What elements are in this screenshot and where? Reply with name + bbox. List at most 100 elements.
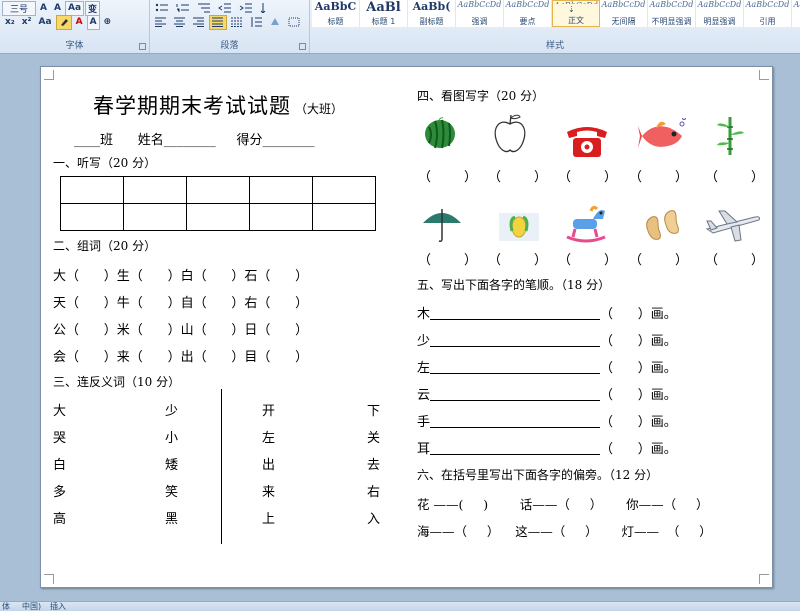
antonym-char[interactable]: 少 xyxy=(165,400,178,419)
style-tile[interactable]: AaBb( 副标题 xyxy=(408,0,456,27)
answer-blank[interactable]: （ ） xyxy=(705,166,764,185)
antonym-char[interactable]: 右 xyxy=(367,481,380,500)
stroke-row: 云 （ ）画。 xyxy=(417,384,677,403)
exam-title-text: 春学期期末考试试题 xyxy=(93,94,291,118)
antonym-char[interactable]: 下 xyxy=(367,400,380,419)
grid-cell[interactable] xyxy=(312,203,376,231)
antonym-char[interactable]: 开 xyxy=(262,400,275,419)
answer-blank[interactable]: （ ） xyxy=(418,249,477,268)
stroke-char: 手 xyxy=(417,415,431,430)
answer-line[interactable] xyxy=(430,389,601,401)
style-tile[interactable]: AaBbCcDd 无间隔 xyxy=(600,0,648,27)
status-insert-mode[interactable]: 插入 xyxy=(50,602,66,611)
antonym-char[interactable]: 左 xyxy=(262,427,275,446)
enclose-char-button[interactable]: ⊕ xyxy=(101,15,115,30)
line-spacing-icon[interactable] xyxy=(247,15,265,30)
grid-cell[interactable] xyxy=(186,176,250,204)
antonym-char[interactable]: 上 xyxy=(262,508,275,527)
exam-title-class: （大班） xyxy=(295,102,344,116)
superscript-button[interactable]: x² xyxy=(19,15,35,30)
align-center-icon[interactable] xyxy=(171,15,189,30)
answer-blank[interactable]: （ ） xyxy=(488,166,547,185)
style-sample: AaBb( xyxy=(412,0,451,13)
style-name: 明显强调 xyxy=(703,17,736,26)
answer-blank[interactable]: （ ） xyxy=(705,249,764,268)
style-name: 副标题 xyxy=(419,17,444,26)
document-page[interactable]: 春学期期末考试试题 （大班） ____班 姓名________ 得分_______… xyxy=(40,66,773,588)
word-row: 公（ ）米（ ）山（ ）日（ ） xyxy=(53,323,309,338)
answer-line[interactable] xyxy=(430,308,601,320)
shading-icon[interactable] xyxy=(266,15,284,30)
answer-blank[interactable]: （ ） xyxy=(558,249,617,268)
grid-cell[interactable] xyxy=(60,203,124,231)
stroke-char: 少 xyxy=(417,334,431,349)
answer-blank[interactable]: （ ） xyxy=(418,166,477,185)
grid-cell[interactable] xyxy=(249,176,313,204)
font-dialog-launcher-icon[interactable] xyxy=(139,43,146,50)
style-sample: AaBbC xyxy=(314,0,357,13)
style-sample: AaBl xyxy=(366,0,401,15)
antonym-char[interactable]: 出 xyxy=(262,454,275,473)
antonym-char[interactable]: 哭 xyxy=(53,427,66,446)
style-sample: AaBbCcDd xyxy=(793,0,800,9)
antonym-char[interactable]: 多 xyxy=(53,481,66,500)
align-right-icon[interactable] xyxy=(190,15,208,30)
antonym-char[interactable]: 矮 xyxy=(165,454,178,473)
style-tile[interactable]: AaBbCcDd 引用 xyxy=(744,0,792,27)
word-row: 大（ ）生（ ）白（ ）石（ ） xyxy=(53,269,309,284)
answer-line[interactable] xyxy=(430,443,601,455)
style-tile[interactable]: AaBbCcDd 不明显强调 xyxy=(648,0,696,27)
status-language[interactable]: 体 xyxy=(2,602,10,611)
status-region[interactable]: 中国) xyxy=(22,602,41,611)
style-tile[interactable]: AaBbC 标题 xyxy=(312,0,360,27)
grid-cell[interactable] xyxy=(312,176,376,204)
antonym-char[interactable]: 黑 xyxy=(165,508,178,527)
section-4-heading: 四、看图写字（20 分） xyxy=(417,89,545,103)
radical-row: 花 ——( ) 话——（ ） 你——（ ） xyxy=(417,497,709,512)
borders-icon[interactable] xyxy=(285,15,303,30)
style-name: 要点 xyxy=(519,17,536,26)
change-case-button[interactable]: Aa xyxy=(36,15,55,30)
antonym-char[interactable]: 来 xyxy=(262,481,275,500)
answer-line[interactable] xyxy=(430,416,601,428)
answer-blank[interactable]: （ ） xyxy=(629,166,688,185)
antonym-char[interactable]: 笑 xyxy=(165,481,178,500)
antonym-char[interactable]: 白 xyxy=(53,454,66,473)
style-tile[interactable]: AaBl 标题 1 xyxy=(360,0,408,27)
highlight-button[interactable] xyxy=(55,14,72,30)
antonym-char[interactable]: 去 xyxy=(367,454,380,473)
antonym-char[interactable]: 关 xyxy=(367,427,380,446)
answer-blank[interactable]: （ ） xyxy=(488,249,547,268)
distributed-icon[interactable] xyxy=(228,15,246,30)
grid-cell[interactable] xyxy=(60,176,124,204)
style-tile[interactable]: AaBbCcDd 明显强调 xyxy=(696,0,744,27)
answer-blank[interactable]: （ ） xyxy=(629,249,688,268)
style-name: 无间隔 xyxy=(611,17,636,26)
style-tile[interactable]: AaBbCcDd⇣正文 xyxy=(552,0,600,27)
divider-line xyxy=(221,389,222,544)
antonym-char[interactable]: 高 xyxy=(53,508,66,527)
grid-cell[interactable] xyxy=(123,203,187,231)
char-shading-button[interactable]: A xyxy=(86,14,100,30)
peanut-icon xyxy=(646,210,679,240)
justify-icon[interactable] xyxy=(209,14,227,30)
style-tile[interactable]: AaBbCcDd明显引用 xyxy=(792,0,800,27)
stroke-suffix: （ ）画。 xyxy=(600,361,677,376)
answer-line[interactable] xyxy=(430,362,601,374)
style-tile[interactable]: AaBbCcDd 要点 xyxy=(504,0,552,27)
highlighter-icon xyxy=(60,19,68,26)
antonym-char[interactable]: 大 xyxy=(53,400,66,419)
style-sample: AaBbCcDd xyxy=(601,0,646,9)
grid-cell[interactable] xyxy=(186,203,250,231)
align-left-icon[interactable] xyxy=(152,15,170,30)
antonym-char[interactable]: 小 xyxy=(165,427,178,446)
answer-blank[interactable]: （ ） xyxy=(558,166,617,185)
font-color-button[interactable]: A xyxy=(73,15,86,30)
style-tile[interactable]: AaBbCcDd 强调 xyxy=(456,0,504,27)
grid-cell[interactable] xyxy=(249,203,313,231)
answer-line[interactable] xyxy=(430,335,601,347)
grid-cell[interactable] xyxy=(123,176,187,204)
subscript-button[interactable]: x₂ xyxy=(2,15,18,30)
antonym-char[interactable]: 入 xyxy=(367,508,380,527)
paragraph-dialog-launcher-icon[interactable] xyxy=(299,43,306,50)
